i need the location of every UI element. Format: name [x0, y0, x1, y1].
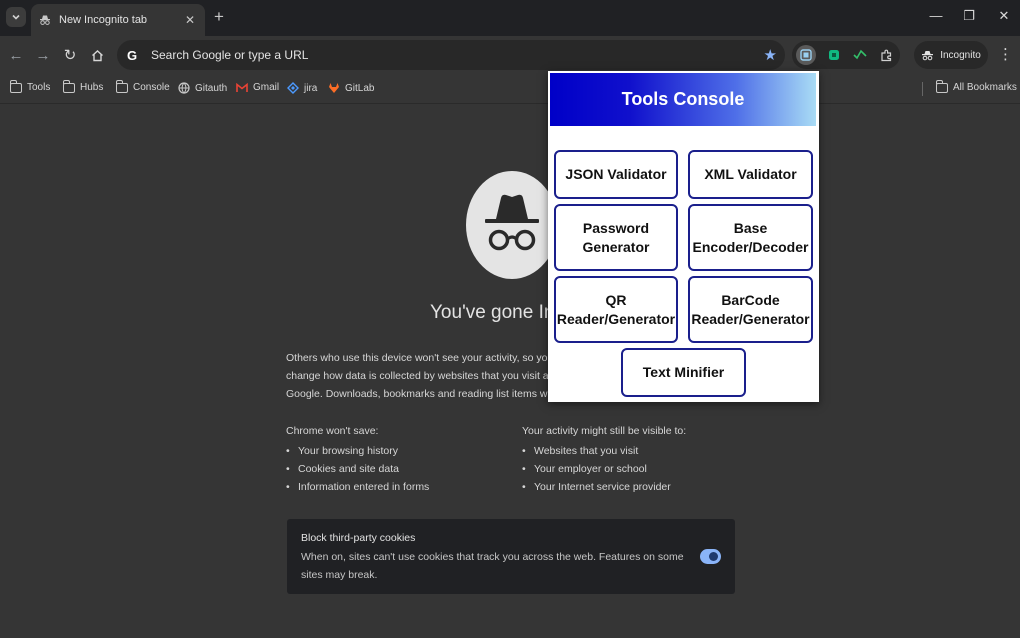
tab-title: New Incognito tab: [59, 14, 148, 26]
window-close-icon[interactable]: ✕: [995, 8, 1013, 24]
bookmark-label: jira: [304, 82, 318, 94]
incognito-icon: [39, 14, 51, 26]
menu-dots-icon[interactable]: ⋮: [998, 46, 1013, 64]
tab-strip: New Incognito tab ✕ + — ❐ ✕: [0, 0, 1020, 36]
new-tab-button[interactable]: +: [210, 7, 228, 27]
wont-save-section: Chrome won't save: Your browsing history…: [286, 425, 429, 496]
minimize-icon[interactable]: —: [927, 8, 945, 23]
intro-text: Others who use this device won't see you…: [286, 352, 548, 400]
bookmark-star-icon[interactable]: ★: [764, 46, 777, 64]
tools-console-extension-icon[interactable]: [796, 45, 816, 65]
bookmark-jira[interactable]: jira: [287, 82, 317, 94]
base-encoder-decoder-button[interactable]: Base Encoder/Decoder: [688, 204, 813, 271]
jira-icon: [287, 82, 299, 94]
list-item: Information entered in forms: [286, 478, 429, 496]
green-extension-icon[interactable]: [824, 45, 844, 65]
bookmark-console[interactable]: Console: [115, 80, 170, 93]
reload-icon[interactable]: ↻: [60, 45, 80, 65]
forward-icon[interactable]: →: [33, 45, 53, 65]
incognito-hero-icon: [466, 171, 558, 279]
bookmark-label: Console: [133, 82, 170, 93]
extensions-bar: [792, 41, 900, 69]
block-cookies-toggle[interactable]: [700, 549, 721, 564]
google-icon: G: [127, 47, 138, 63]
list-item: Your Internet service provider: [522, 478, 686, 496]
omnibox[interactable]: G Search Google or type a URL ★: [117, 40, 785, 70]
profile-incognito-button[interactable]: Incognito: [914, 41, 988, 69]
wave-extension-icon[interactable]: [850, 45, 870, 65]
chevron-down-icon: [12, 14, 20, 20]
bookmark-tools[interactable]: Tools: [9, 80, 51, 93]
gitlab-icon: [329, 83, 339, 93]
bookmark-gitauth[interactable]: Gitauth: [178, 82, 227, 94]
close-icon[interactable]: ✕: [183, 13, 197, 27]
bookmark-label: All Bookmarks: [953, 82, 1017, 93]
list-item: Websites that you visit: [522, 442, 686, 460]
third-party-cookies-card: Block third-party cookies When on, sites…: [287, 519, 735, 594]
profile-label: Incognito: [940, 49, 981, 61]
bookmark-label: Hubs: [80, 82, 104, 93]
gmail-icon: [236, 82, 248, 92]
bookmarks-bar: Tools Hubs Console Gitauth Gmail jira Gi…: [0, 74, 1020, 104]
bookmark-label: Tools: [27, 82, 51, 93]
still-visible-heading: Your activity might still be visible to:: [522, 425, 687, 437]
popup-title: Tools Console: [621, 89, 745, 109]
tools-console-popup: Tools Console JSON Validator XML Validat…: [548, 71, 819, 402]
omnibox-input[interactable]: Search Google or type a URL: [151, 48, 785, 62]
globe-icon: [178, 82, 190, 94]
bookmark-hubs[interactable]: Hubs: [62, 80, 104, 93]
tab-new-incognito[interactable]: New Incognito tab ✕: [31, 4, 205, 36]
text-minifier-button[interactable]: Text Minifier: [621, 348, 746, 397]
folder-icon: [9, 80, 22, 93]
bookmarks-divider: [922, 82, 923, 96]
still-visible-section: Your activity might still be visible to:…: [522, 425, 686, 496]
incognito-icon: [922, 50, 934, 60]
list-item: Cookies and site data: [286, 460, 429, 478]
bookmark-gitlab[interactable]: GitLab: [328, 82, 374, 94]
list-item: Your browsing history: [286, 442, 429, 460]
list-item: Your employer or school: [522, 460, 686, 478]
xml-validator-button[interactable]: XML Validator: [688, 150, 813, 199]
json-validator-button[interactable]: JSON Validator: [554, 150, 678, 199]
cookies-description: When on, sites can't use cookies that tr…: [301, 551, 684, 581]
qr-reader-generator-button[interactable]: QR Reader/Generator: [554, 276, 678, 343]
wont-save-heading: Chrome won't save:: [286, 425, 379, 437]
bookmark-label: Gmail: [253, 82, 280, 93]
popup-header: Tools Console: [550, 73, 816, 126]
toolbar: ← → ↻ G Search Google or type a URL ★ In…: [0, 36, 1020, 74]
home-icon[interactable]: [87, 45, 107, 65]
folder-icon: [935, 80, 948, 93]
barcode-reader-generator-button[interactable]: BarCode Reader/Generator: [688, 276, 813, 343]
folder-icon: [115, 80, 128, 93]
bookmark-label: Gitauth: [195, 82, 228, 94]
puzzle-icon[interactable]: [876, 45, 896, 65]
restore-icon[interactable]: ❐: [960, 8, 978, 24]
tab-search-button[interactable]: [6, 7, 26, 27]
cookies-title: Block third-party cookies: [301, 532, 416, 544]
bookmark-label: GitLab: [345, 82, 375, 94]
toggle-knob: [709, 552, 718, 561]
bookmark-gmail[interactable]: Gmail: [236, 82, 279, 93]
back-icon[interactable]: ←: [6, 45, 26, 65]
password-generator-button[interactable]: Password Generator: [554, 204, 678, 271]
bookmark-all[interactable]: All Bookmarks: [935, 80, 1017, 93]
folder-icon: [62, 80, 75, 93]
